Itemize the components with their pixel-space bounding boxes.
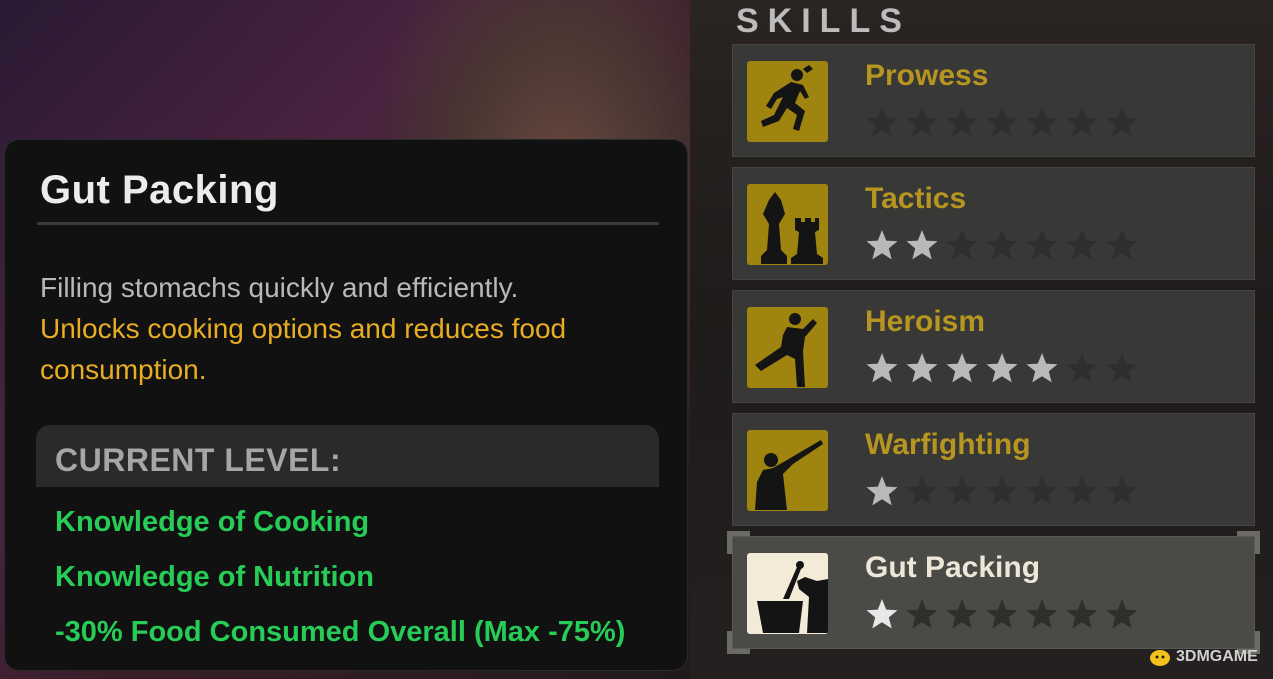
- star-empty-icon: [1105, 597, 1139, 631]
- tooltip-description: Filling stomachs quickly and efficiently…: [40, 272, 519, 303]
- skill-card-heroism[interactable]: Heroism: [732, 290, 1255, 403]
- star-empty-icon: [1065, 105, 1099, 139]
- star-empty-icon: [985, 105, 1019, 139]
- star-filled-icon: [905, 351, 939, 385]
- chess-pieces-icon: [747, 184, 828, 265]
- star-filled-icon: [945, 351, 979, 385]
- high-kick-icon: [747, 307, 828, 388]
- skills-heading: SKILLS: [736, 2, 911, 40]
- star-empty-icon: [1025, 105, 1059, 139]
- star-empty-icon: [1105, 228, 1139, 262]
- watermark: 3DMGAME: [1176, 648, 1258, 665]
- tooltip-effect-summary-line1: Unlocks cooking options and reduces food: [40, 313, 567, 344]
- skill-card-gut-packing[interactable]: Gut Packing: [727, 531, 1260, 654]
- skill-stars: [865, 351, 1145, 387]
- star-empty-icon: [945, 228, 979, 262]
- skill-card-tactics[interactable]: Tactics: [732, 167, 1255, 280]
- star-empty-icon: [1065, 351, 1099, 385]
- star-empty-icon: [945, 597, 979, 631]
- rifleman-icon: [747, 430, 828, 511]
- skill-tooltip: Gut Packing Filling stomachs quickly and…: [5, 140, 687, 670]
- skill-stars: [865, 228, 1145, 264]
- skill-card-prowess[interactable]: Prowess: [732, 44, 1255, 157]
- star-empty-icon: [865, 105, 899, 139]
- current-level-label: CURRENT LEVEL:: [55, 442, 342, 478]
- star-filled-icon: [905, 228, 939, 262]
- star-empty-icon: [1025, 228, 1059, 262]
- star-filled-icon: [865, 228, 899, 262]
- tooltip-effect-summary-line2: consumption.: [40, 354, 207, 385]
- star-empty-icon: [985, 228, 1019, 262]
- star-filled-icon: [865, 474, 899, 508]
- star-empty-icon: [905, 105, 939, 139]
- effect-item: -30% Food Consumed Overall (Max -75%): [55, 616, 626, 648]
- skill-name: Prowess: [865, 59, 989, 92]
- selection-corner: [1237, 531, 1260, 554]
- star-empty-icon: [1105, 105, 1139, 139]
- star-empty-icon: [1105, 351, 1139, 385]
- skill-stars: [865, 474, 1145, 510]
- star-filled-icon: [1025, 351, 1059, 385]
- selection-corner: [727, 631, 750, 654]
- star-filled-icon: [865, 351, 899, 385]
- star-empty-icon: [1025, 597, 1059, 631]
- watermark-logo-icon: [1150, 650, 1170, 666]
- tooltip-title: Gut Packing: [40, 168, 279, 212]
- star-empty-icon: [1105, 474, 1139, 508]
- skill-card-warfighting[interactable]: Warfighting: [732, 413, 1255, 526]
- skill-stars: [865, 597, 1145, 633]
- star-empty-icon: [905, 474, 939, 508]
- star-empty-icon: [945, 474, 979, 508]
- tooltip-description-block: Filling stomachs quickly and efficiently…: [40, 267, 640, 390]
- current-level-effects: Knowledge of Cooking Knowledge of Nutrit…: [55, 502, 625, 667]
- skill-name: Heroism: [865, 305, 986, 338]
- star-empty-icon: [1065, 228, 1099, 262]
- star-empty-icon: [1025, 474, 1059, 508]
- skill-stars: [865, 105, 1145, 141]
- star-empty-icon: [1065, 474, 1099, 508]
- skill-name: Warfighting: [865, 428, 1031, 461]
- current-level-header: CURRENT LEVEL:: [36, 425, 659, 487]
- star-empty-icon: [905, 597, 939, 631]
- skill-name: Tactics: [865, 182, 967, 215]
- star-filled-icon: [865, 597, 899, 631]
- runner-icon: [747, 61, 828, 142]
- effect-item: Knowledge of Nutrition: [55, 561, 374, 593]
- tooltip-divider: [37, 222, 659, 225]
- star-empty-icon: [985, 597, 1019, 631]
- star-filled-icon: [985, 351, 1019, 385]
- star-empty-icon: [1065, 597, 1099, 631]
- effect-item: Knowledge of Cooking: [55, 506, 370, 538]
- skill-name: Gut Packing: [865, 551, 1041, 584]
- star-empty-icon: [985, 474, 1019, 508]
- selection-corner: [727, 531, 750, 554]
- cooking-pot-icon: [747, 553, 828, 634]
- star-empty-icon: [945, 105, 979, 139]
